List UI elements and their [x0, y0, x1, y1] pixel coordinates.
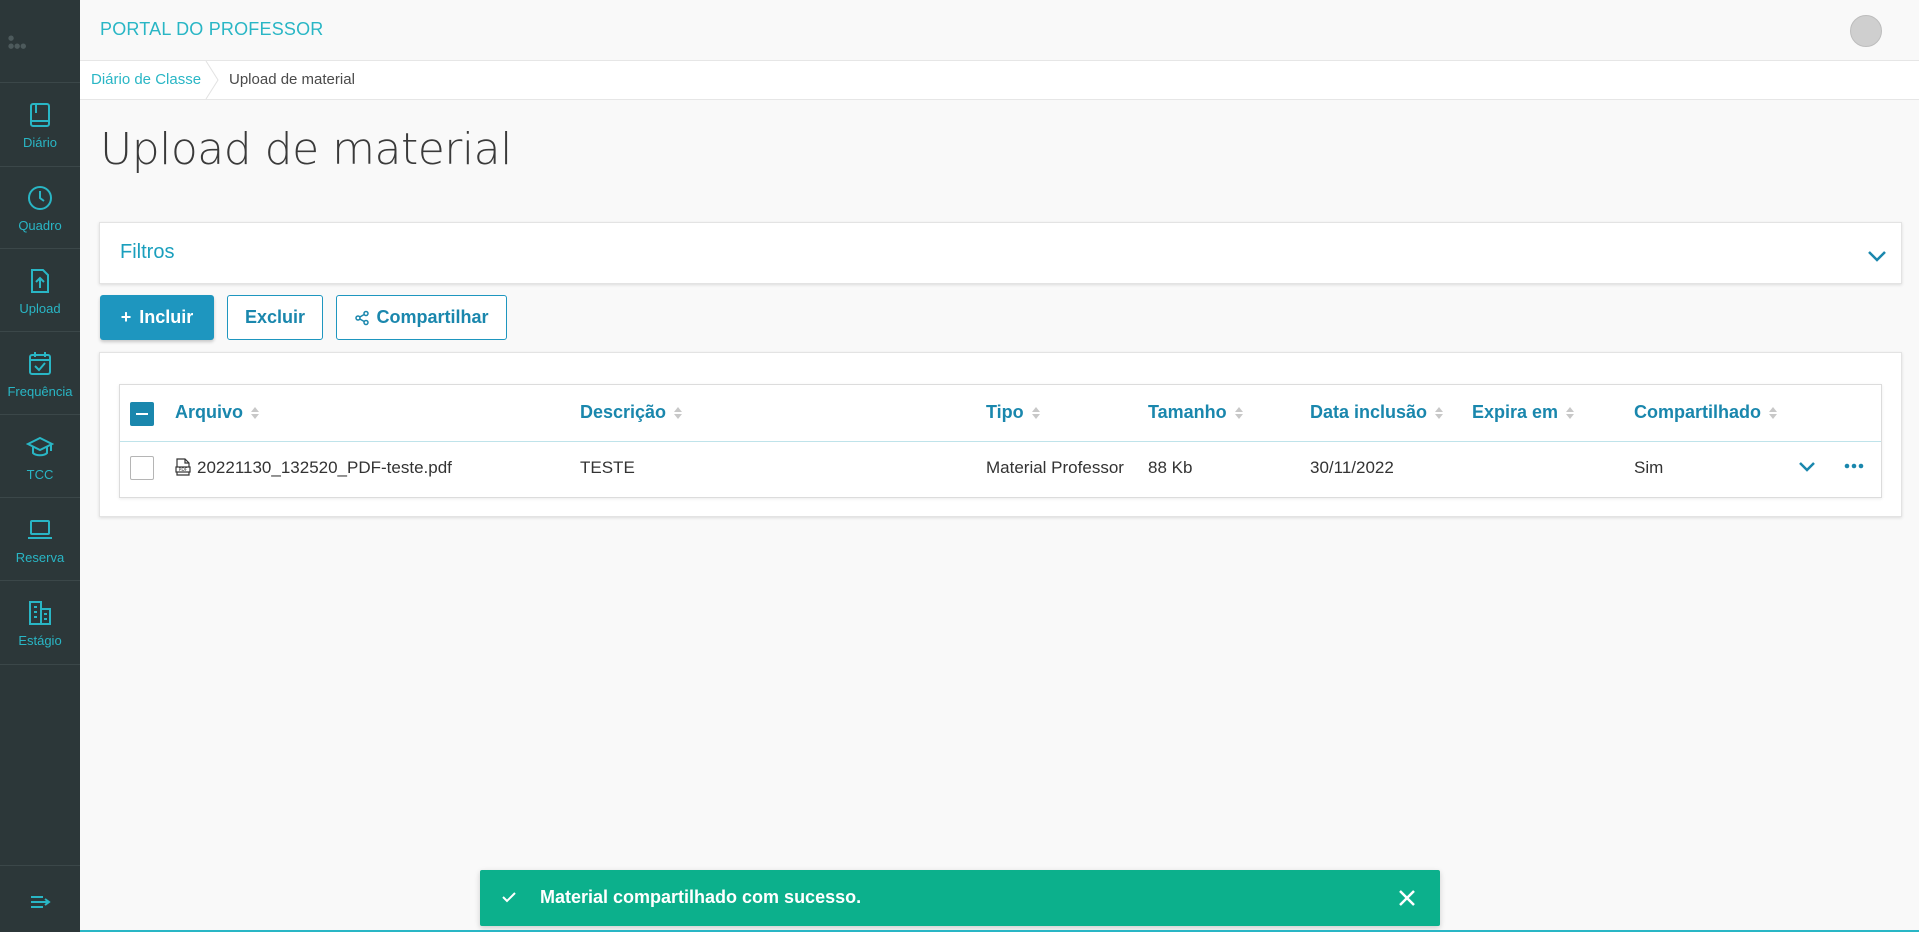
sidebar-divider: [0, 664, 80, 665]
sort-icon: [674, 406, 683, 419]
chevron-down-icon[interactable]: [1867, 249, 1887, 263]
filters-title: Filtros: [120, 241, 175, 263]
more-options-icon[interactable]: [1842, 454, 1866, 478]
sort-icon: [1769, 406, 1778, 419]
sidebar-divider: [0, 331, 80, 332]
close-icon[interactable]: [1398, 889, 1416, 907]
column-header-descricao[interactable]: Descrição: [580, 402, 683, 423]
column-header-data-inclusao[interactable]: Data inclusão: [1310, 402, 1444, 423]
breadcrumb-link-diario[interactable]: Diário de Classe: [91, 71, 201, 88]
sidebar: ● ●●● Diário Quadro Upload Frequência TC…: [0, 0, 80, 932]
building-icon: [29, 600, 51, 625]
sidebar-divider: [0, 82, 80, 83]
table-header: Arquivo Descrição Tipo Tamanho Data incl…: [120, 385, 1881, 442]
share-button-label: Compartilhar: [376, 307, 489, 327]
include-button-label: Incluir: [139, 307, 194, 327]
sort-icon: [1031, 406, 1040, 419]
sidebar-item-reserva[interactable]: Reserva: [0, 499, 80, 581]
sidebar-item-label: Reserva: [15, 549, 65, 565]
sidebar-item-diario[interactable]: Diário: [0, 84, 80, 166]
top-header: PORTAL DO PROFESSOR: [80, 0, 1919, 61]
cell-data-inclusao: 30/11/2022: [1310, 458, 1394, 477]
svg-text:PDF: PDF: [179, 467, 188, 473]
share-button[interactable]: Compartilhar: [336, 295, 507, 340]
column-header-label: Data inclusão: [1310, 402, 1428, 422]
table-row: PDF 20221130_132520_PDF-teste.pdf TESTE …: [120, 442, 1881, 497]
avatar[interactable]: [1850, 15, 1882, 47]
sidebar-item-label: Diário: [23, 134, 57, 150]
sidebar-item-tcc[interactable]: TCC: [0, 416, 80, 498]
toast-message: Material compartilhado com sucesso.: [540, 887, 862, 907]
column-header-label: Tamanho: [1148, 402, 1227, 422]
sidebar-item-estagio[interactable]: Estágio: [0, 582, 80, 664]
calendar-check-icon: [29, 351, 51, 375]
pdf-file-icon: PDF: [175, 458, 191, 476]
column-header-label: Tipo: [986, 402, 1024, 422]
breadcrumb: Diário de Classe Upload de material: [80, 61, 1919, 100]
app-title: PORTAL DO PROFESSOR: [100, 19, 324, 39]
sort-icon: [1566, 406, 1575, 419]
materials-table: Arquivo Descrição Tipo Tamanho Data incl…: [119, 384, 1882, 498]
chevron-down-icon[interactable]: [1798, 461, 1816, 473]
success-toast: Material compartilhado com sucesso.: [480, 870, 1440, 926]
delete-button[interactable]: Excluir: [227, 295, 323, 340]
page-title: Upload de material: [100, 124, 512, 175]
filters-panel[interactable]: Filtros: [99, 222, 1902, 284]
cell-arquivo[interactable]: 20221130_132520_PDF-teste.pdf: [197, 458, 452, 478]
column-header-compartilhado[interactable]: Compartilhado: [1634, 402, 1778, 423]
check-icon: [502, 892, 516, 903]
sort-icon: [1435, 406, 1444, 419]
sidebar-item-quadro[interactable]: Quadro: [0, 167, 80, 249]
sidebar-divider: [0, 248, 80, 249]
sidebar-item-upload[interactable]: Upload: [0, 250, 80, 332]
include-button[interactable]: + Incluir: [100, 295, 214, 340]
column-header-expira-em[interactable]: Expira em: [1472, 402, 1575, 423]
sidebar-divider: [0, 497, 80, 498]
sidebar-divider: [0, 580, 80, 581]
sidebar-divider: [0, 865, 80, 866]
row-checkbox[interactable]: [130, 456, 154, 480]
column-header-tipo[interactable]: Tipo: [986, 402, 1040, 423]
plus-icon: +: [120, 307, 132, 327]
cell-descricao: TESTE: [580, 458, 635, 477]
delete-button-label: Excluir: [244, 307, 306, 327]
laptop-icon: [28, 519, 52, 539]
sort-icon: [251, 406, 260, 419]
book-icon: [30, 102, 50, 127]
cell-tamanho: 88 Kb: [1148, 458, 1193, 477]
cell-compartilhado: Sim: [1634, 458, 1664, 477]
sidebar-item-label: Quadro: [18, 217, 62, 233]
logo: ● ●●●: [8, 34, 27, 50]
sidebar-item-label: Frequência: [7, 383, 73, 399]
clock-icon: [28, 185, 52, 210]
column-header-label: Arquivo: [175, 402, 244, 422]
sidebar-item-frequencia[interactable]: Frequência: [0, 333, 80, 415]
sort-icon: [1234, 406, 1243, 419]
breadcrumb-separator-icon: [205, 61, 219, 99]
graduation-cap-icon: [26, 436, 54, 456]
sidebar-divider: [0, 414, 80, 415]
sidebar-item-label: TCC: [26, 466, 54, 482]
sidebar-item-label: Estágio: [18, 632, 62, 648]
breadcrumb-current: Upload de material: [229, 71, 355, 88]
select-all-checkbox[interactable]: [130, 402, 154, 426]
column-header-tamanho[interactable]: Tamanho: [1148, 402, 1243, 423]
menu-toggle-icon[interactable]: [28, 890, 52, 914]
column-header-arquivo[interactable]: Arquivo: [175, 402, 260, 423]
column-header-label: Compartilhado: [1634, 402, 1762, 422]
cell-tipo: Material Professor: [986, 458, 1124, 477]
share-icon: [355, 310, 370, 325]
upload-file-icon: [31, 268, 49, 293]
column-header-label: Expira em: [1472, 402, 1559, 422]
column-header-label: Descrição: [580, 402, 667, 422]
sidebar-item-label: Upload: [19, 300, 61, 316]
